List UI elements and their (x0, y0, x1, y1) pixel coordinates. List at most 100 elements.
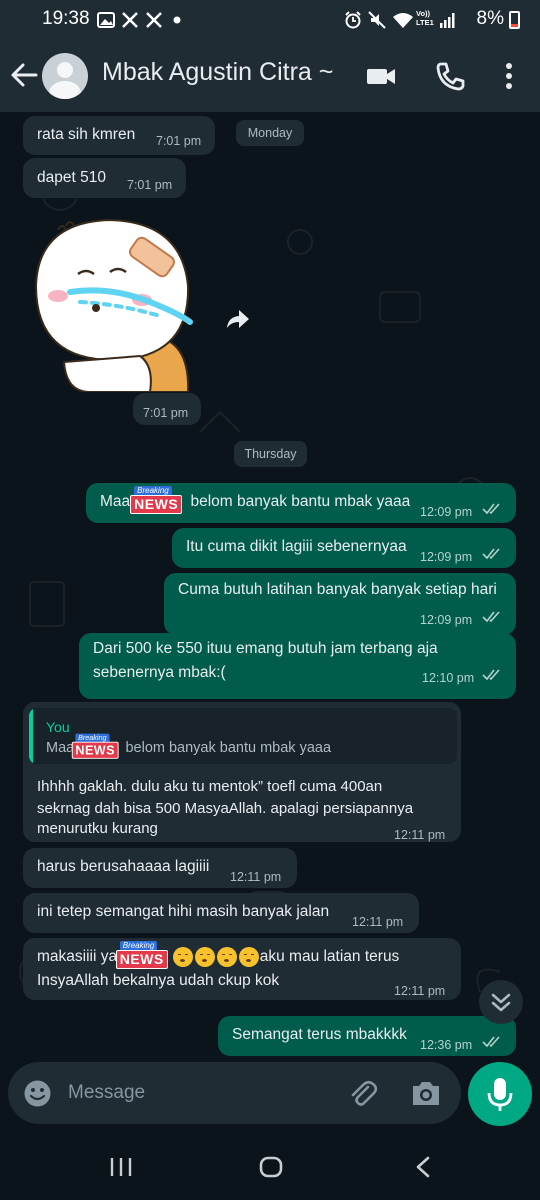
message-text: rata sih kmren (37, 126, 136, 143)
message-time: 12:11 pm (230, 870, 282, 884)
message-text-part: belom banyak bantu mbak yaaa (190, 493, 411, 510)
message-text-line: Ihhhh gaklah. dulu aku tu mentok” toefl … (37, 778, 383, 795)
alarm-icon (345, 11, 361, 29)
forward-icon[interactable] (225, 308, 251, 330)
back-nav-icon[interactable] (410, 1155, 436, 1179)
x-icon (122, 12, 138, 28)
emoji-icon[interactable] (23, 1079, 52, 1108)
kissing-face-icon (172, 946, 193, 967)
message-text: Maa Breaking NEWS belom banyak bantu mbak … (100, 485, 411, 514)
home-icon[interactable] (258, 1155, 284, 1179)
message-outgoing[interactable]: Maa Breaking NEWS belom banyak bantu mbak … (86, 483, 516, 523)
message-time: 12:36 pm (420, 1038, 473, 1052)
quote-text: Maafi Breaking NEWS belom banyak bantu mbak… (46, 733, 332, 759)
message-time: 12:09 pm (420, 505, 473, 519)
read-receipt-icon (482, 1036, 500, 1048)
chat-area[interactable]: rata sih kmren 7:01 pm Monday dapet 510 … (0, 112, 540, 1062)
message-time: 7:01 pm (127, 178, 173, 192)
sticker-crying-character[interactable] (30, 216, 200, 392)
message-time: 7:01 pm (143, 406, 189, 420)
breaking-news-sticker: Breaking NEWS (72, 733, 122, 759)
video-call-icon[interactable] (364, 60, 398, 92)
kissing-face-icon (216, 946, 237, 967)
message-text-line: makasiiii yaa Breaking NEWS aku mau latian … (37, 940, 400, 969)
quote-text-part: belom banyak bantu mbak yaaa (125, 740, 332, 756)
message-text: Itu cuma dikit lagiii sebenernyaa (186, 538, 407, 555)
news-badge-main: NEWS (130, 494, 183, 514)
chat-header: Mbak Agustin Citra ~ (0, 40, 540, 112)
voice-call-icon[interactable] (433, 60, 467, 92)
double-chevron-down-icon (491, 993, 511, 1012)
message-text-line: sekrnag dah bisa 500 MasyaAllah. apalagi… (37, 800, 414, 817)
message-time: 12:10 pm (422, 671, 475, 685)
message-text-part: Maa (100, 493, 131, 510)
gallery-icon (97, 12, 115, 28)
scroll-to-bottom-button[interactable] (479, 980, 523, 1024)
message-input[interactable]: Message (68, 1082, 145, 1104)
system-navigation-bar (0, 1132, 540, 1200)
message-time: 12:11 pm (352, 915, 404, 929)
breaking-news-sticker: Breaking NEWS (130, 485, 186, 514)
status-bar: 19:38 Vo)) LTE1 8% (0, 0, 540, 40)
dot-icon (173, 16, 181, 24)
message-time: 12:11 pm (394, 828, 446, 842)
read-receipt-icon (482, 611, 500, 623)
message-text: harus berusahaaaa lagiiii (37, 858, 210, 875)
message-incoming[interactable]: dapet 510 7:01 pm (23, 158, 186, 198)
message-text-part: aku mau latian terus (259, 948, 400, 965)
kissing-face-icon (238, 946, 259, 967)
message-incoming[interactable]: rata sih kmren 7:01 pm (23, 116, 215, 155)
message-text-line: InsyaAllah bekalnya udah ckup kok (37, 972, 280, 989)
message-incoming[interactable]: ini tetep semangat hihi masih banyak jal… (23, 893, 419, 933)
message-time: 7:01 pm (156, 134, 202, 148)
message-incoming[interactable]: harus berusahaaaa lagiiii 12:11 pm (23, 848, 297, 888)
contact-name[interactable]: Mbak Agustin Citra ~ (102, 58, 333, 87)
message-text-line: menurutku kurang (37, 820, 158, 837)
message-incoming[interactable]: makasiiii yaa Breaking NEWS aku mau latian … (23, 938, 461, 1000)
message-text-line: sebenernya mbak:( (93, 664, 226, 681)
read-receipt-icon (482, 503, 500, 515)
news-badge-main: NEWS (115, 949, 168, 969)
signal-icon (440, 13, 455, 28)
read-receipt-icon (482, 548, 500, 560)
status-time: 19:38 (42, 8, 90, 29)
voice-message-button[interactable] (468, 1062, 532, 1126)
message-outgoing[interactable]: Itu cuma dikit lagiii sebenernyaa 12:09 … (172, 528, 516, 568)
message-text: dapet 510 (37, 169, 106, 186)
kissing-face-icon (194, 946, 215, 967)
message-text: Semangat terus mbakkkk (232, 1026, 407, 1043)
more-options-icon[interactable] (492, 60, 526, 92)
breaking-news-sticker: Breaking NEWS (115, 940, 172, 969)
quoted-message[interactable]: You Maafi Breaking NEWS belom banyak bantu … (29, 708, 457, 764)
message-outgoing[interactable]: Cuma butuh latihan banyak banyak setiap … (164, 573, 516, 635)
message-time: 12:09 pm (420, 550, 473, 564)
message-text-line: Dari 500 ke 550 ituu emang butuh jam ter… (93, 640, 438, 657)
date-separator-monday: Monday (236, 120, 304, 146)
avatar[interactable] (42, 53, 88, 99)
wifi-icon (393, 13, 413, 28)
message-time: 12:11 pm (394, 984, 446, 998)
camera-icon[interactable] (410, 1079, 442, 1107)
message-outgoing[interactable]: Dari 500 ke 550 ituu emang butuh jam ter… (79, 633, 516, 699)
message-text: Cuma butuh latihan banyak banyak setiap … (178, 581, 497, 598)
attach-icon[interactable] (348, 1079, 378, 1109)
battery-icon (509, 11, 520, 29)
news-badge-main: NEWS (72, 741, 120, 759)
sticker-time-pill: 7:01 pm (133, 393, 201, 425)
message-input-bar[interactable]: Message (8, 1062, 461, 1124)
back-arrow-icon[interactable] (10, 60, 38, 90)
message-text-part: makasiiii yaa (37, 948, 126, 965)
read-receipt-icon (482, 669, 500, 681)
message-text: ini tetep semangat hihi masih banyak jal… (37, 903, 330, 920)
message-time: 12:09 pm (420, 613, 473, 627)
x-icon (146, 12, 162, 28)
battery-percent: 8% (476, 8, 504, 29)
message-outgoing[interactable]: Semangat terus mbakkkk 12:36 pm (218, 1016, 516, 1056)
quote-author: You (46, 719, 70, 735)
volte-label: Vo)) LTE1 (416, 9, 434, 27)
message-incoming-reply[interactable]: You Maafi Breaking NEWS belom banyak bantu … (23, 702, 461, 842)
date-separator-thursday: Thursday (234, 441, 307, 467)
recent-apps-icon[interactable] (108, 1156, 134, 1178)
mute-icon (368, 11, 386, 29)
microphone-icon (487, 1078, 513, 1111)
